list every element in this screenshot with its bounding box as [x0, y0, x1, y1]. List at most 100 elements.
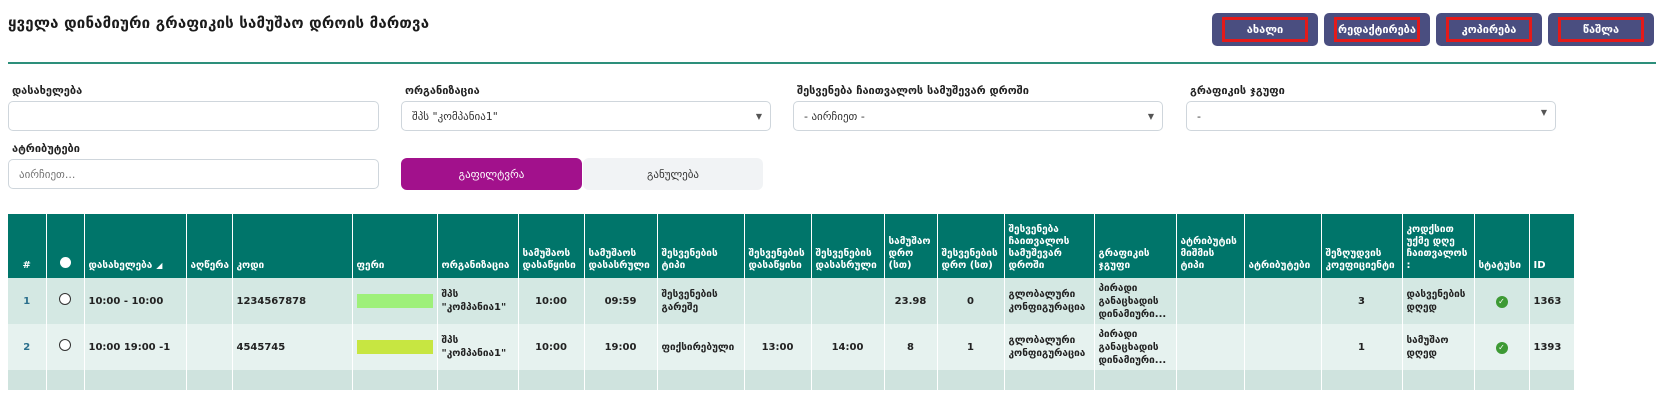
cell-schedule-group: პირადი განაცხადის დინამიური... [1094, 324, 1177, 370]
table-row[interactable] [8, 370, 1575, 390]
break-select-value: - აირჩიეთ - [804, 109, 865, 123]
cell-attr-value-type [1176, 324, 1245, 370]
cell-select[interactable] [46, 278, 85, 324]
cell-break-end: 14:00 [811, 324, 885, 370]
cell-attributes [1244, 278, 1322, 324]
cell-break-time: 0 [937, 278, 1005, 324]
cell-code-next-day: დასვენების დღედ [1402, 278, 1475, 324]
col-schedule-group[interactable]: გრაფიკის ჯგუფი [1094, 214, 1177, 278]
cell-name: 10:00 19:00 -1 [84, 324, 187, 370]
edit-button-label: რედაქტირება [1334, 17, 1420, 42]
attributes-input[interactable] [19, 167, 343, 181]
group-select[interactable]: - ▼ [1186, 101, 1556, 131]
col-id[interactable]: ID [1529, 214, 1575, 278]
row-select-radio[interactable] [59, 293, 71, 305]
copy-button[interactable]: კოპირება [1436, 13, 1542, 46]
col-org[interactable]: ორგანიზაცია [437, 214, 519, 278]
col-break-time[interactable]: შესვენების დრო (სთ) [937, 214, 1005, 278]
caret-down-icon: ▼ [1540, 108, 1547, 117]
org-select[interactable]: შპს "კომპანია1" ▼ [401, 101, 771, 131]
group-select-value: - [1197, 109, 1201, 123]
name-filter-field[interactable] [8, 101, 379, 131]
check-circle-icon: ✓ [1495, 341, 1508, 354]
col-attr-value-type[interactable]: ატრიბუტის მიშმის ტიპი [1176, 214, 1245, 278]
cell-break-time: 1 [937, 324, 1005, 370]
col-work-time[interactable]: სამუშაო დრო (სთ) [884, 214, 938, 278]
cell-break-type: შესვენების გარეშე [657, 278, 745, 324]
group-filter-label: გრაფიკის ჯგუფი [1190, 84, 1285, 97]
cell-accounting [186, 324, 233, 370]
col-select-all[interactable] [46, 214, 85, 278]
color-swatch [356, 294, 433, 308]
filter-button[interactable]: გაფილტვრა [401, 158, 582, 190]
schedule-group-text: პირადი განაცხადის დინამიური... [1098, 282, 1167, 320]
col-break-type[interactable]: შესვენების ტიპი [657, 214, 745, 278]
cell-code-next-day: სამუშაო დღედ [1402, 324, 1475, 370]
cell-org: შპს "კომპანია1" [437, 278, 519, 324]
cell-coef: 3 [1321, 278, 1403, 324]
break-filter-label: შესვენება ჩაითვალოს სამუშევარ დროში [797, 84, 1029, 97]
cell-break-counted: გლობალური კონფიგურაცია [1004, 278, 1095, 324]
col-break-counted[interactable]: შესვენება ჩაითვალოს სამუშევარ დროში [1004, 214, 1095, 278]
break-select[interactable]: - აირჩიეთ - ▼ [793, 101, 1163, 131]
col-break-start[interactable]: შესვენების დასაწყისი [744, 214, 812, 278]
cell-color [352, 324, 438, 370]
org-filter-label: ორგანიზაცია [405, 84, 480, 97]
schedule-table: # დასახელება ◢ აღწერა კოდი ფერი ორგანიზაც… [8, 214, 1660, 400]
name-filter-input[interactable] [19, 109, 343, 123]
edit-button[interactable]: რედაქტირება [1324, 13, 1430, 46]
copy-button-label: კოპირება [1446, 17, 1532, 42]
cell-num: 1 [8, 278, 47, 324]
color-swatch [356, 340, 433, 354]
cell-select[interactable] [46, 324, 85, 370]
cell-work-start: 10:00 [518, 278, 585, 324]
new-button-label: ახალი [1222, 17, 1308, 42]
col-coef[interactable]: შეზღუდვის კოეფიციენტი [1321, 214, 1403, 278]
name-filter-label: დასახელება [12, 84, 83, 97]
cell-break-start: 13:00 [744, 324, 812, 370]
check-circle-icon: ✓ [1495, 295, 1508, 308]
attributes-field[interactable] [8, 159, 379, 189]
delete-button-label: წაშლა [1558, 17, 1644, 42]
table-header-row: # დასახელება ◢ აღწერა კოდი ფერი ორგანიზაც… [8, 214, 1575, 278]
cell-id: 1393 [1529, 324, 1575, 370]
cell-accounting [186, 278, 233, 324]
cell-status: ✓ [1474, 278, 1530, 324]
cell-id: 1363 [1529, 278, 1575, 324]
col-work-start[interactable]: სამუშაოს დასაწყისი [518, 214, 585, 278]
sort-icon[interactable]: ◢ [156, 260, 162, 272]
select-all-radio-icon[interactable] [59, 257, 71, 268]
header-divider [8, 62, 1656, 64]
schedule-group-text: პირადი განაცხადის დინამიური... [1098, 328, 1167, 366]
cell-work-start: 10:00 [518, 324, 585, 370]
cell-code: 1234567878 [232, 278, 353, 324]
col-break-end[interactable]: შესვენების დასასრული [811, 214, 885, 278]
row-select-radio[interactable] [59, 339, 71, 351]
attributes-filter-label: ატრიბუტები [12, 142, 80, 155]
cell-attributes [1244, 324, 1322, 370]
col-status[interactable]: სტატუსი [1474, 214, 1530, 278]
cell-work-end: 09:59 [584, 278, 658, 324]
new-button[interactable]: ახალი [1212, 13, 1318, 46]
cell-schedule-group: პირადი განაცხადის დინამიური... [1094, 278, 1177, 324]
col-attributes[interactable]: ატრიბუტები [1244, 214, 1322, 278]
col-name-label: დასახელება [88, 260, 153, 271]
col-code-next-day[interactable]: კოდქსით უქმე დღე ჩაითვალოს : [1402, 214, 1475, 278]
col-name[interactable]: დასახელება ◢ [84, 214, 187, 278]
delete-button[interactable]: წაშლა [1548, 13, 1654, 46]
org-select-value: შპს "კომპანია1" [412, 109, 498, 123]
toolbar: ახალი რედაქტირება კოპირება წაშლა [1212, 13, 1660, 47]
cell-work-time: 8 [884, 324, 938, 370]
col-color[interactable]: ფერი [352, 214, 438, 278]
chevron-down-icon: ▼ [755, 112, 762, 121]
col-accounting[interactable]: აღწერა [186, 214, 233, 278]
cell-break-counted: გლობალური კონფიგურაცია [1004, 324, 1095, 370]
col-code[interactable]: კოდი [232, 214, 353, 278]
table-row[interactable]: 2 10:00 19:00 -1 4545745 შპს "კომპანია1"… [8, 324, 1575, 370]
page-title: ყველა დინამიური გრაფიკის სამუშაო დროის მ… [8, 14, 430, 32]
table-row[interactable]: 1 10:00 - 10:00 1234567878 შპს "კომპანია… [8, 278, 1575, 324]
cell-num: 2 [8, 324, 47, 370]
col-work-end[interactable]: სამუშაოს დასასრული [584, 214, 658, 278]
cell-coef: 1 [1321, 324, 1403, 370]
reset-button[interactable]: განულება [583, 158, 763, 190]
